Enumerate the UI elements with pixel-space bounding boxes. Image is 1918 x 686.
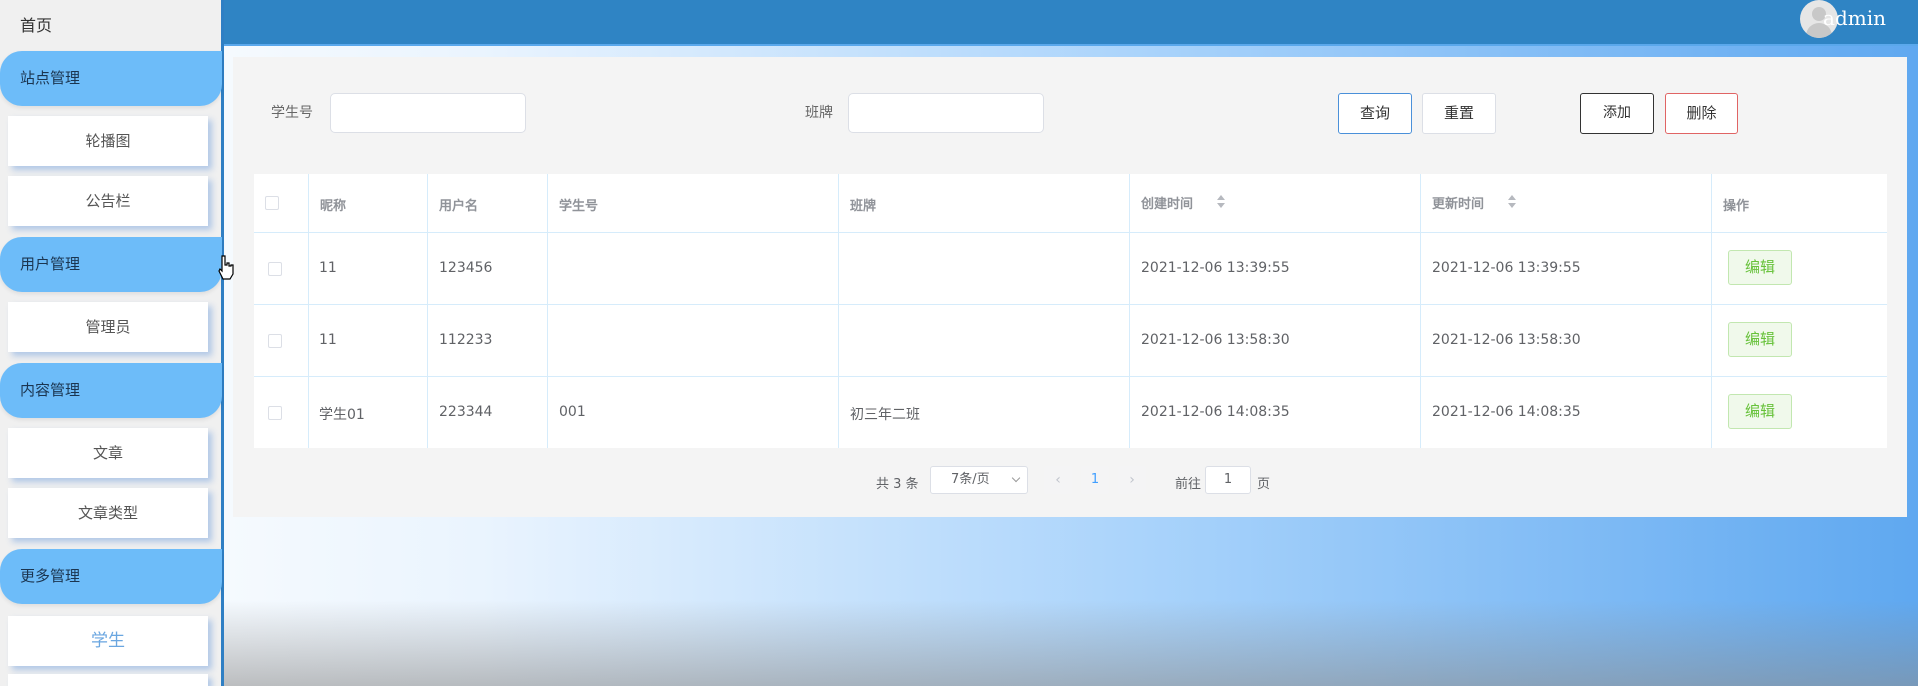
table-cell-nickname: 学生01 bbox=[319, 407, 365, 423]
row-checkbox[interactable] bbox=[268, 334, 282, 348]
sidebar-item-notice[interactable]: 公告栏 bbox=[8, 176, 208, 226]
sidebar-item-article-type[interactable]: 文章类型 bbox=[8, 488, 208, 538]
sidebar-group-site[interactable]: 站点管理 bbox=[0, 51, 222, 106]
column-header-class: 班牌 bbox=[850, 199, 877, 214]
sidebar-group-more[interactable]: 更多管理 bbox=[0, 549, 222, 604]
goto-label: 前往 bbox=[1175, 477, 1202, 492]
column-header-student-no: 学生号 bbox=[559, 199, 599, 214]
edit-button[interactable]: 编辑 bbox=[1728, 322, 1792, 357]
column-header-updated-label: 更新时间 bbox=[1432, 197, 1485, 212]
table-cell-created: 2021-12-06 13:58:30 bbox=[1141, 332, 1290, 348]
table-cell-updated: 2021-12-06 14:08:35 bbox=[1432, 404, 1581, 420]
column-header-created[interactable]: 创建时间 bbox=[1141, 193, 1193, 212]
hand-cursor-icon bbox=[218, 255, 234, 280]
row-checkbox[interactable] bbox=[268, 262, 282, 276]
top-header: admin bbox=[224, 0, 1918, 46]
table-cell-class: 初三年二班 bbox=[850, 407, 920, 423]
student-no-input[interactable] bbox=[330, 93, 526, 133]
next-page-button[interactable]: › bbox=[1118, 466, 1146, 494]
student-no-label: 学生号 bbox=[271, 105, 313, 121]
table-cell-updated: 2021-12-06 13:39:55 bbox=[1432, 260, 1581, 276]
sidebar: 首页 站点管理 轮播图 公告栏 用户管理 管理员 内容管理 文章 文章类型 更多… bbox=[0, 0, 224, 686]
main-panel: 学生号 班牌 查询 重置 添加 删除 昵称 用户名 学生号 班牌 创建时间 更新… bbox=[233, 57, 1907, 517]
sidebar-item-partial bbox=[8, 674, 208, 686]
row-checkbox[interactable] bbox=[268, 406, 282, 420]
pagination-total: 共 3 条 bbox=[876, 477, 919, 492]
sidebar-group-user[interactable]: 用户管理 bbox=[0, 237, 222, 292]
sidebar-item-article[interactable]: 文章 bbox=[8, 428, 208, 478]
reset-button[interactable]: 重置 bbox=[1422, 93, 1496, 134]
column-header-updated[interactable]: 更新时间 bbox=[1432, 193, 1484, 212]
column-header-action: 操作 bbox=[1723, 199, 1750, 214]
sidebar-item-admin[interactable]: 管理员 bbox=[8, 302, 208, 352]
edit-button[interactable]: 编辑 bbox=[1728, 250, 1792, 285]
table-cell-username: 223344 bbox=[439, 404, 493, 420]
query-button[interactable]: 查询 bbox=[1338, 93, 1412, 134]
class-label: 班牌 bbox=[805, 105, 833, 121]
sort-caret-icon[interactable] bbox=[1217, 195, 1225, 209]
prev-page-button[interactable]: ‹ bbox=[1044, 466, 1072, 494]
table-cell-username: 123456 bbox=[439, 260, 493, 276]
chevron-down-icon bbox=[1011, 473, 1021, 483]
data-table: 昵称 用户名 学生号 班牌 创建时间 更新时间 操作 11 123456 202… bbox=[254, 174, 1887, 448]
class-input[interactable] bbox=[848, 93, 1044, 133]
page-number-current[interactable]: 1 bbox=[1081, 466, 1109, 494]
page-size-value: 7条/页 bbox=[951, 472, 990, 487]
table-cell-created: 2021-12-06 13:39:55 bbox=[1141, 260, 1290, 276]
table-cell-created: 2021-12-06 14:08:35 bbox=[1141, 404, 1290, 420]
page-suffix: 页 bbox=[1257, 477, 1271, 492]
column-header-nickname: 昵称 bbox=[320, 199, 347, 214]
goto-page-input[interactable]: 1 bbox=[1205, 466, 1251, 494]
sidebar-group-content[interactable]: 内容管理 bbox=[0, 363, 222, 418]
select-all-checkbox[interactable] bbox=[265, 196, 279, 210]
sidebar-item-carousel[interactable]: 轮播图 bbox=[8, 116, 208, 166]
background-fade bbox=[224, 600, 1918, 686]
sort-caret-icon[interactable] bbox=[1508, 195, 1516, 209]
delete-button[interactable]: 删除 bbox=[1665, 93, 1738, 134]
table-cell-nickname: 11 bbox=[319, 332, 337, 348]
table-cell-updated: 2021-12-06 13:58:30 bbox=[1432, 332, 1581, 348]
column-header-username: 用户名 bbox=[439, 199, 479, 214]
table-cell-student-no: 001 bbox=[559, 404, 586, 420]
column-header-created-label: 创建时间 bbox=[1141, 197, 1194, 212]
page-size-select[interactable]: 7条/页 bbox=[930, 466, 1028, 494]
table-cell-nickname: 11 bbox=[319, 260, 337, 276]
sidebar-home[interactable]: 首页 bbox=[20, 12, 52, 36]
add-button[interactable]: 添加 bbox=[1580, 93, 1654, 134]
username[interactable]: admin bbox=[1823, 6, 1886, 30]
table-cell-username: 112233 bbox=[439, 332, 493, 348]
edit-button[interactable]: 编辑 bbox=[1728, 394, 1792, 429]
sidebar-item-student[interactable]: 学生 bbox=[8, 616, 208, 666]
